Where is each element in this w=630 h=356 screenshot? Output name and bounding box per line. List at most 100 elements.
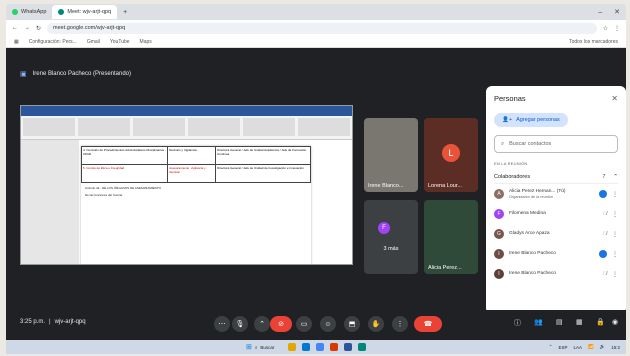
avatar: G: [494, 229, 504, 239]
companion-icon[interactable]: ◉: [612, 318, 618, 326]
mic-off-icon: 🎙̸: [603, 211, 607, 217]
menu-kebab-icon[interactable]: ⋮: [614, 25, 620, 32]
collaborators-header[interactable]: Colaboradores 7 ⌃: [494, 170, 618, 184]
bookmark-item[interactable]: YouTube: [110, 39, 130, 45]
bookmark-item[interactable]: Maps: [140, 39, 152, 45]
tab-whatsapp[interactable]: WhatsApp: [6, 5, 52, 19]
camera-off-button[interactable]: ⊘: [270, 316, 292, 332]
list-item[interactable]: F Filomena Medina 🎙̸ ⋮: [494, 204, 618, 224]
volume-icon[interactable]: 🔊: [600, 344, 606, 350]
taskbar-apps: [288, 343, 367, 351]
reactions-button[interactable]: ☺: [320, 316, 336, 332]
add-people-button[interactable]: 👤+ Agregar personas: [494, 113, 568, 127]
captions-button[interactable]: ▭: [296, 316, 312, 332]
whatsapp-icon: [12, 9, 18, 15]
new-tab-button[interactable]: +: [117, 9, 133, 16]
present-icon: ▣: [20, 71, 27, 78]
region-indicator: LAA: [573, 344, 583, 350]
host-controls-icon[interactable]: 🔒: [596, 318, 605, 326]
clock[interactable]: 15:2: [611, 345, 620, 350]
table-row: 5. Comité de Ética e Integridad Asesoram…: [80, 164, 311, 183]
activities-icon[interactable]: ▦: [576, 318, 583, 326]
participant-tile[interactable]: Irene Blanco...: [364, 118, 418, 192]
word-icon[interactable]: [344, 343, 353, 351]
presenting-indicator-icon: [599, 250, 607, 258]
office-icon[interactable]: [330, 343, 339, 351]
word-ribbon: [21, 116, 352, 140]
tab-meet[interactable]: Meet: wjv-arjt-qpq: [52, 5, 118, 19]
more-options-icon[interactable]: ⋮: [612, 251, 618, 258]
apps-grid-icon[interactable]: ▦: [14, 39, 19, 45]
all-bookmarks[interactable]: Todos los marcadores: [569, 39, 618, 45]
url-field[interactable]: meet.google.com/wjv-arjt-qpq: [47, 22, 597, 34]
collaborators-count: 7: [602, 173, 606, 180]
present-button[interactable]: ⬒: [344, 316, 360, 332]
people-icon[interactable]: 👥: [534, 318, 543, 326]
info-icon[interactable]: ⓘ: [514, 318, 521, 328]
more-audio-options-button[interactable]: ⋯: [214, 316, 230, 332]
participant-tile[interactable]: L Lorena Lour...: [424, 118, 478, 192]
participant-tile-more[interactable]: F 3 más: [364, 200, 418, 274]
more-options-icon[interactable]: ⋮: [612, 211, 618, 218]
back-icon[interactable]: ←: [12, 25, 18, 31]
chat-icon[interactable]: ▤: [556, 318, 563, 326]
mic-button[interactable]: 🎙: [232, 316, 248, 332]
screen: WhatsApp Meet: wjv-arjt-qpq + – ✕ ← → ↻ …: [0, 0, 630, 356]
more-participants-label: 3 más: [383, 246, 399, 252]
meeting-code: wjv-arjt-qpq: [54, 319, 86, 325]
more-options-button[interactable]: ⋮: [392, 316, 408, 332]
meet-app-icon[interactable]: [358, 343, 367, 351]
chrome-icon[interactable]: [316, 343, 325, 351]
address-bar-row: ← → ↻ meet.google.com/wjv-arjt-qpq ☆ ⋮: [6, 20, 626, 36]
file-explorer-icon[interactable]: [288, 343, 297, 351]
collaborators-label: Colaboradores: [494, 173, 531, 180]
lang-indicator[interactable]: ESP: [558, 345, 567, 350]
reload-icon[interactable]: ↻: [36, 25, 41, 32]
table-cell: Directora General / Jefe de Unidad de In…: [215, 164, 311, 183]
doc-table: 4. Comisión de Procedimientos Administra…: [80, 146, 311, 183]
leave-call-button[interactable]: ☎: [414, 316, 442, 332]
person-name: Irene Blanco Pacheco: [509, 251, 556, 257]
table-cell: 4. Comisión de Procedimientos Administra…: [80, 146, 169, 165]
minimize-button[interactable]: –: [592, 9, 608, 16]
raise-hand-button[interactable]: ✋: [368, 316, 384, 332]
list-item[interactable]: I Irene Blanco Pacheco 🎙̸ ⋮: [494, 264, 618, 284]
chevron-up-icon[interactable]: ⌃: [613, 174, 618, 180]
participant-name: Lorena Lour...: [428, 183, 462, 189]
bookmark-item[interactable]: Configuración: Pers...: [29, 39, 77, 45]
search-contacts-input[interactable]: ⌕ Buscar contactos: [494, 135, 618, 153]
bookmark-star-icon[interactable]: ☆: [603, 25, 608, 32]
doc-side-pane: [21, 140, 79, 264]
chevron-up-icon[interactable]: ⌃: [549, 344, 553, 350]
avatar: I: [494, 269, 504, 279]
more-options-icon[interactable]: ⋮: [612, 271, 618, 278]
shared-screen[interactable]: 4. Comisión de Procedimientos Administra…: [20, 105, 353, 265]
avatar: F: [378, 222, 390, 234]
table-row: 4. Comisión de Procedimientos Administra…: [80, 146, 311, 165]
presenting-banner: ▣ Irene Blanco Pacheco (Presentando): [20, 68, 131, 80]
windows-start-icon[interactable]: ⊞: [246, 343, 252, 351]
edge-icon[interactable]: [302, 343, 311, 351]
list-item[interactable]: I Irene Blanco Pacheco ⋮: [494, 244, 618, 264]
add-people-label: Agregar personas: [516, 117, 560, 123]
doc-heading: Artículo 44.- DE LOS ÓRGANOS DE ASESORAM…: [85, 186, 161, 190]
more-options-icon[interactable]: ⋮: [612, 231, 618, 238]
search-icon: ⌕: [254, 344, 258, 350]
person-name-text: Alicia Perez Hernan... (Tú): [509, 188, 566, 194]
participant-tile[interactable]: Alicia Perez...: [424, 200, 478, 274]
person-name: Alicia Perez Hernan... (Tú) Organizador …: [509, 189, 594, 199]
list-item[interactable]: A Alicia Perez Hernan... (Tú) Organizado…: [494, 184, 618, 204]
person-name: Filomena Medina: [509, 211, 546, 217]
more-options-icon[interactable]: ⋮: [612, 191, 618, 198]
person-role: Organizador de la reunión: [509, 194, 553, 199]
doc-subheading: De las funciones del Comité: [85, 193, 123, 197]
close-panel-button[interactable]: ✕: [611, 94, 618, 103]
list-item[interactable]: G Gladys Arce Apaza 🎙̸ ⋮: [494, 224, 618, 244]
bookmark-item[interactable]: Gmail: [87, 39, 100, 45]
taskbar-search[interactable]: ⊞ ⌕ Buscar: [246, 343, 274, 351]
wifi-icon[interactable]: 📶: [588, 344, 594, 350]
close-window-button[interactable]: ✕: [608, 8, 626, 16]
avatar: A: [494, 189, 504, 199]
forward-icon[interactable]: →: [24, 25, 30, 31]
camera-options-button[interactable]: ⌃: [254, 316, 270, 332]
